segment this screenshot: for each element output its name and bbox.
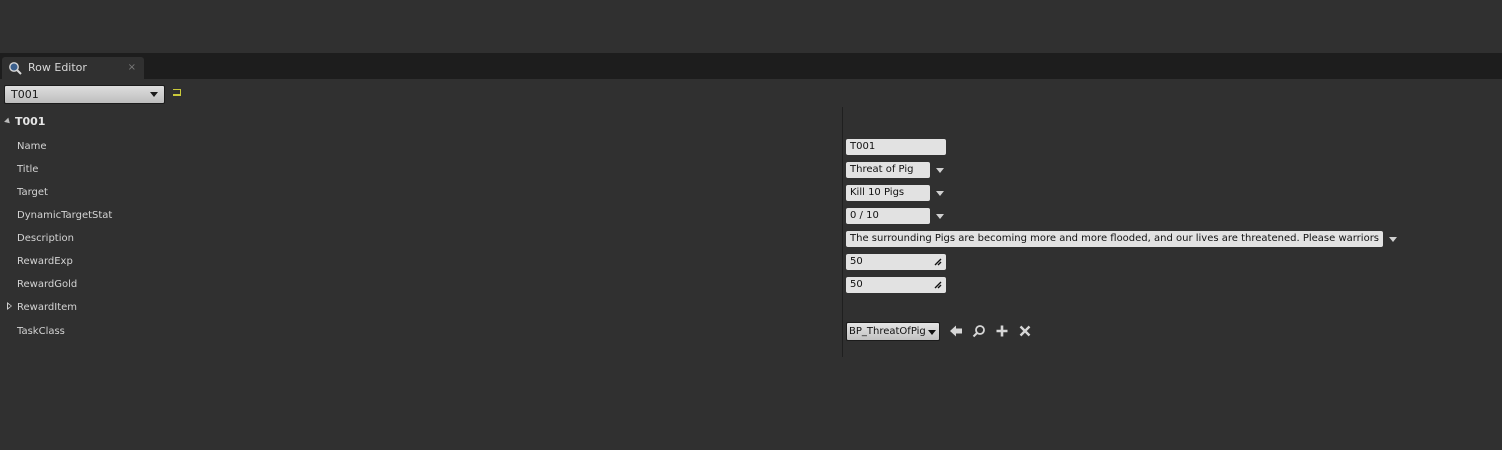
add-plus-icon[interactable] [995, 324, 1009, 338]
close-icon[interactable]: × [128, 62, 136, 73]
rename-row-icon[interactable] [173, 89, 181, 96]
target-dropdown-icon[interactable] [936, 191, 944, 196]
title-dropdown-icon[interactable] [936, 168, 944, 173]
property-label-reward-item: RewardItem [17, 302, 78, 313]
tab-bar: Row Editor × [0, 53, 1502, 79]
property-label-reward-exp: RewardExp [17, 256, 73, 267]
dynamic-target-stat-field[interactable]: 0 / 10 [846, 208, 930, 224]
tab-label: Row Editor [28, 61, 87, 74]
magnifier-icon [9, 62, 22, 75]
tab-row-editor[interactable]: Row Editor × [2, 57, 144, 79]
resize-grip-icon [934, 258, 942, 266]
reward-gold-value: 50 [850, 279, 863, 290]
task-class-dropdown[interactable]: BP_ThreatOfPig [846, 322, 940, 341]
use-selected-arrow-icon[interactable] [949, 324, 963, 338]
section-title: T001 [15, 115, 46, 128]
browse-search-icon[interactable] [972, 324, 986, 338]
property-label-target: Target [17, 187, 48, 198]
toolbar-area [0, 0, 1502, 53]
clear-x-icon[interactable] [1018, 324, 1032, 338]
property-label-dynamic-target-stat: DynamicTargetStat [17, 210, 113, 221]
expand-arrow-icon[interactable] [7, 302, 12, 310]
description-dropdown-icon[interactable] [1389, 237, 1397, 242]
row-editor-panel: T001 T001 Name T001 Title Threat of Pig … [0, 79, 1502, 450]
column-splitter[interactable] [842, 107, 843, 357]
row-selector-value: T001 [11, 88, 39, 101]
target-field[interactable]: Kill 10 Pigs [846, 185, 930, 201]
property-label-task-class: TaskClass [17, 326, 65, 337]
name-field[interactable]: T001 [846, 139, 946, 155]
task-class-value: BP_ThreatOfPig [849, 326, 926, 337]
dynamic-target-stat-dropdown-icon[interactable] [936, 214, 944, 219]
reward-exp-field[interactable]: 50 [846, 254, 946, 270]
title-field[interactable]: Threat of Pig [846, 162, 930, 178]
row-selector-dropdown[interactable]: T001 [4, 85, 165, 104]
description-field[interactable]: The surrounding Pigs are becoming more a… [846, 231, 1383, 247]
property-label-title: Title [17, 164, 39, 175]
property-label-description: Description [17, 233, 74, 244]
reward-gold-field[interactable]: 50 [846, 277, 946, 293]
property-label-reward-gold: RewardGold [17, 279, 78, 290]
collapse-arrow-icon[interactable] [4, 117, 12, 126]
reward-exp-value: 50 [850, 256, 863, 267]
resize-grip-icon [934, 281, 942, 289]
chevron-down-icon [150, 92, 158, 97]
property-label-name: Name [17, 141, 47, 152]
chevron-down-icon [928, 330, 936, 335]
